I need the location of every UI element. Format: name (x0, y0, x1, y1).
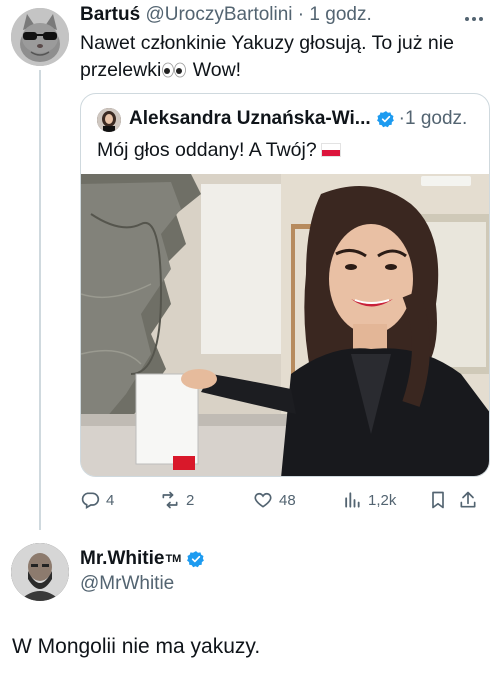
more-dots-icon[interactable] (464, 6, 484, 27)
heart-icon (254, 492, 272, 508)
tweet1-text-line2: przelewki (80, 59, 162, 81)
reply-count: 4 (106, 491, 115, 509)
view-count: 1,2k (368, 491, 397, 509)
like-button[interactable]: 48 (253, 486, 296, 514)
quote-text-content: Mój głos oddany! A Twój? (97, 139, 317, 161)
reply-button[interactable]: 4 (80, 486, 114, 514)
repost-count: 2 (186, 491, 195, 509)
quote-header: Aleksandra Uznańska-Wi... · 1 godz. (129, 108, 467, 130)
reply-icon (81, 492, 100, 509)
tweet-actions-bar: 4 2 48 1,2k (80, 486, 490, 514)
repost-icon (162, 491, 178, 509)
bookmark-icon (432, 491, 444, 509)
bookmark-button[interactable] (428, 486, 454, 514)
tweet-main: Bartuś @UroczyBartolini · 1 godz. Nawet … (0, 0, 502, 540)
mrwhitie-name[interactable]: Mr.Whitie (80, 548, 164, 570)
quoted-tweet-card[interactable]: Aleksandra Uznańska-Wi... · 1 godz. Mój … (80, 93, 490, 477)
avatar-mrwhitie[interactable] (11, 543, 69, 601)
poland-flag-icon (320, 143, 341, 157)
thread-line (39, 70, 41, 530)
separator-dot: · (297, 4, 305, 25)
tweet2-text: W Mongolii nie ma yakuzy. (12, 635, 261, 658)
woman-voting-photo (81, 174, 489, 476)
verified-badge-icon (187, 550, 205, 568)
cat-avatar-image (11, 8, 69, 66)
share-button[interactable] (458, 486, 484, 514)
quote-author-name[interactable]: Aleksandra Uznańska-Wi... (129, 108, 371, 130)
quote-text: Mój głos oddany! A Twój? (97, 139, 341, 162)
tweet1-header: Bartuś @UroczyBartolini · 1 godz. (80, 4, 372, 26)
avatar-aleksandra[interactable] (97, 108, 121, 132)
tweet2-author-name[interactable]: Mr.Whitie TM (80, 548, 209, 570)
trademark-sign: TM (165, 553, 182, 565)
share-icon (460, 491, 476, 508)
views-chart-icon (345, 492, 360, 508)
tweet1-text-line1: Nawet członkinie Yakuzy głosują. To już … (80, 32, 454, 54)
verified-badge-icon (376, 110, 395, 128)
views-button[interactable]: 1,2k (342, 486, 396, 514)
tweet1-text: Nawet członkinie Yakuzy głosują. To już … (80, 30, 480, 86)
like-count: 48 (279, 491, 296, 509)
bearded-man-avatar-image (11, 543, 69, 601)
quote-timestamp[interactable]: 1 godz. (405, 108, 467, 130)
author-name[interactable]: Bartuś (80, 4, 140, 25)
timestamp[interactable]: 1 godz. (309, 4, 371, 25)
quote-photo[interactable] (81, 174, 489, 476)
avatar-bartus[interactable] (11, 8, 69, 66)
repost-button[interactable]: 2 (160, 486, 194, 514)
eyes-emoji-icon (161, 59, 187, 86)
tweet1-text-wow: Wow! (192, 59, 242, 81)
tweet2-handle[interactable]: @MrWhitie (80, 573, 174, 595)
author-handle[interactable]: @UroczyBartolini (145, 4, 292, 25)
